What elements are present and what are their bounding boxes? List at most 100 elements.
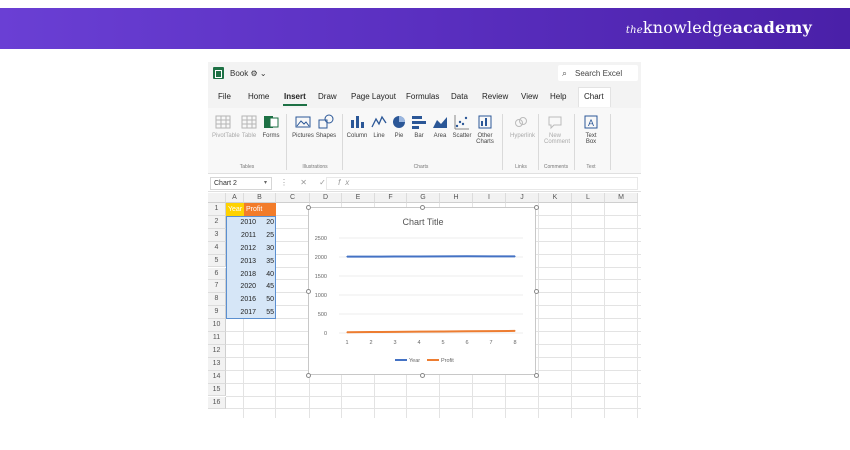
column-header-c[interactable]: C bbox=[276, 193, 310, 203]
cell-b7[interactable]: 45 bbox=[244, 283, 276, 290]
x-tick-label: 5 bbox=[441, 340, 444, 346]
name-box[interactable]: Chart 2 bbox=[210, 177, 272, 190]
search-input[interactable]: Search Excel bbox=[575, 69, 622, 78]
data-point-profit bbox=[418, 331, 420, 333]
column-header-e[interactable]: E bbox=[342, 193, 375, 203]
pie-chart-button[interactable]: Pie bbox=[388, 114, 410, 139]
ribbon-button-label: Pictures bbox=[292, 133, 314, 139]
tab-home[interactable]: Home bbox=[248, 92, 269, 101]
row-header-11[interactable]: 11 bbox=[208, 332, 226, 345]
excel-logo-icon bbox=[213, 67, 224, 79]
chart-resize-handle[interactable] bbox=[534, 205, 539, 210]
row-header-10[interactable]: 10 bbox=[208, 319, 226, 332]
pivottable-button[interactable]: PivotTable bbox=[212, 114, 240, 139]
shapes-button[interactable]: Shapes bbox=[315, 114, 337, 139]
row-header-6[interactable]: 6 bbox=[208, 267, 226, 281]
forms-button[interactable]: Forms bbox=[260, 114, 282, 139]
data-point-profit bbox=[442, 330, 444, 333]
row-header-7[interactable]: 7 bbox=[208, 280, 226, 294]
formula-bar: Chart 2 ▾ ⋮ ✕ ✓ fx bbox=[208, 175, 641, 192]
group-label-text: Text bbox=[586, 164, 596, 170]
y-tick-label: 2500 bbox=[315, 236, 327, 242]
line-chart-button[interactable]: Line bbox=[368, 114, 390, 139]
other-charts-button[interactable]: Other Charts bbox=[474, 114, 496, 145]
ribbon-button-label: Scatter bbox=[452, 133, 472, 139]
new-comment-button[interactable]: New Comment bbox=[544, 114, 570, 145]
cell-b2[interactable]: 20 bbox=[244, 219, 276, 226]
workbook-title[interactable]: Book ⚙ ⌄ bbox=[230, 69, 267, 78]
y-tick-label: 2000 bbox=[315, 255, 327, 261]
tab-file[interactable]: File bbox=[218, 92, 231, 101]
tab-insert[interactable]: Insert bbox=[283, 92, 307, 106]
row-header-3[interactable]: 3 bbox=[208, 228, 226, 242]
pictures-button[interactable]: Pictures bbox=[292, 114, 314, 139]
cell-b1[interactable]: Profit bbox=[246, 206, 262, 213]
tab-view[interactable]: View bbox=[521, 92, 538, 101]
chart-resize-handle[interactable] bbox=[534, 373, 539, 378]
row-header-12[interactable]: 12 bbox=[208, 344, 226, 358]
column-chart-button[interactable]: Column bbox=[346, 114, 368, 139]
ribbon-separator bbox=[286, 114, 287, 170]
row-header-2[interactable]: 2 bbox=[208, 215, 226, 229]
text-box-button[interactable]: A Text Box bbox=[580, 114, 602, 145]
scatter-chart-button[interactable]: Scatter bbox=[451, 114, 473, 139]
column-header-g[interactable]: G bbox=[407, 193, 440, 203]
column-header-b[interactable]: B bbox=[244, 193, 276, 203]
data-point-profit bbox=[490, 330, 492, 332]
select-all-corner[interactable] bbox=[208, 193, 226, 203]
table-button[interactable]: Table bbox=[238, 114, 260, 139]
row-header-9[interactable]: 9 bbox=[208, 306, 226, 320]
ribbon-button-label: Text Box bbox=[585, 133, 597, 145]
chart-resize-handle[interactable] bbox=[306, 289, 311, 294]
column-header-h[interactable]: H bbox=[440, 193, 473, 203]
line-chart[interactable]: Chart Title 0 500 1000 1500 2000 2500 1 2 3 4 5 6 7 8 Y… bbox=[306, 205, 539, 378]
cell-b6[interactable]: 40 bbox=[244, 271, 276, 278]
row-header-4[interactable]: 4 bbox=[208, 241, 226, 255]
tab-chart[interactable]: Chart bbox=[584, 92, 604, 101]
cell-b9[interactable]: 55 bbox=[244, 309, 276, 316]
tab-help[interactable]: Help bbox=[550, 92, 566, 101]
ribbon-separator bbox=[342, 114, 343, 170]
column-header-l[interactable]: L bbox=[572, 193, 605, 203]
row-header-15[interactable]: 15 bbox=[208, 383, 226, 397]
data-point-profit bbox=[466, 330, 468, 332]
column-header-f[interactable]: F bbox=[375, 193, 407, 203]
worksheet-grid[interactable]: A B C D E F G H I J K L M 1 2 3 4 5 6 7 8 9 10 11 12 13 14 15 16 Year… bbox=[208, 193, 641, 418]
row-header-14[interactable]: 14 bbox=[208, 370, 226, 384]
excel-window: Book ⚙ ⌄ ⌕ Search Excel File Home Insert Dr… bbox=[208, 62, 641, 418]
row-header-8[interactable]: 8 bbox=[208, 293, 226, 307]
column-header-d[interactable]: D bbox=[310, 193, 342, 203]
area-chart-button[interactable]: Area bbox=[429, 114, 451, 139]
tab-page-layout[interactable]: Page Layout bbox=[351, 92, 396, 101]
row-header-1[interactable]: 1 bbox=[208, 203, 226, 216]
tab-review[interactable]: Review bbox=[482, 92, 508, 101]
x-tick-label: 3 bbox=[393, 340, 396, 346]
column-header-k[interactable]: K bbox=[539, 193, 572, 203]
cell-a1[interactable]: Year bbox=[228, 206, 242, 213]
column-header-m[interactable]: M bbox=[605, 193, 638, 203]
column-header-i[interactable]: I bbox=[473, 193, 506, 203]
cell-b5[interactable]: 35 bbox=[244, 258, 276, 265]
row-header-16[interactable]: 16 bbox=[208, 396, 226, 410]
bar-chart-button[interactable]: Bar bbox=[408, 114, 430, 139]
column-header-j[interactable]: J bbox=[506, 193, 539, 203]
tab-data[interactable]: Data bbox=[451, 92, 468, 101]
data-point-year bbox=[490, 255, 492, 257]
column-header-a[interactable]: A bbox=[226, 193, 244, 203]
cell-b3[interactable]: 25 bbox=[244, 232, 276, 239]
chart-resize-handle[interactable] bbox=[534, 289, 539, 294]
chevron-down-icon[interactable]: ▾ bbox=[264, 179, 267, 186]
ribbon-button-label: Area bbox=[433, 133, 447, 139]
chart-resize-handle[interactable] bbox=[306, 205, 311, 210]
row-header-13[interactable]: 13 bbox=[208, 357, 226, 371]
chart-resize-handle[interactable] bbox=[420, 373, 425, 378]
cell-b8[interactable]: 50 bbox=[244, 296, 276, 303]
tab-draw[interactable]: Draw bbox=[318, 92, 337, 101]
tab-formulas[interactable]: Formulas bbox=[406, 92, 439, 101]
chart-resize-handle[interactable] bbox=[306, 373, 311, 378]
chart-resize-handle[interactable] bbox=[420, 205, 425, 210]
formula-input[interactable] bbox=[326, 177, 638, 190]
row-header-5[interactable]: 5 bbox=[208, 254, 226, 268]
cell-b4[interactable]: 30 bbox=[244, 245, 276, 252]
hyperlink-button[interactable]: Hyperlink bbox=[510, 114, 535, 139]
